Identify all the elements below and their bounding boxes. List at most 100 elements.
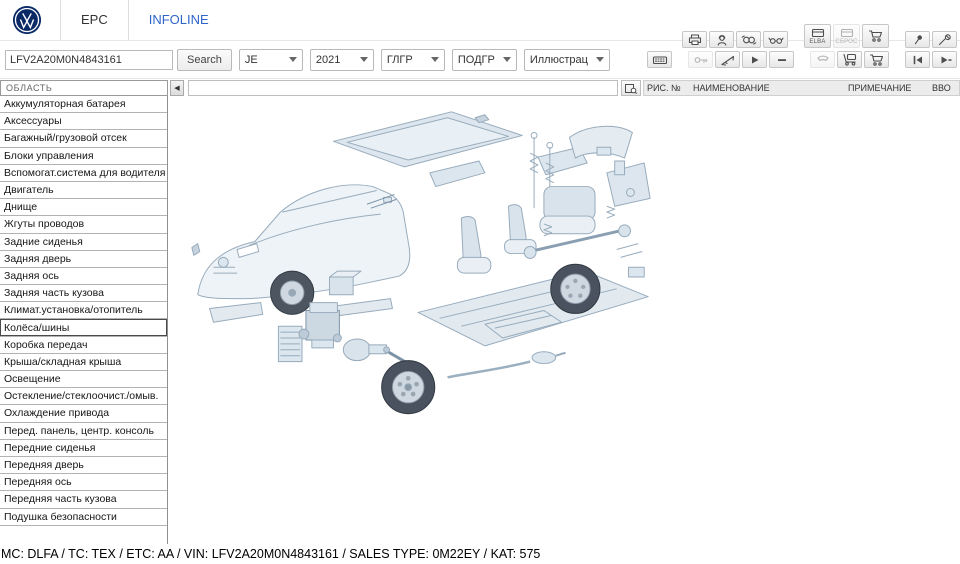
- skip-first-icon: [910, 54, 926, 66]
- sidebar-item[interactable]: Охлаждение привода: [0, 405, 167, 422]
- support-button[interactable]: [709, 31, 734, 48]
- panel-header: ОБЛАСТЬ ◀ РИС. № НАИМЕНОВАНИЕ ПРИМЕЧАНИЕ…: [0, 79, 960, 96]
- key-button[interactable]: [688, 51, 713, 68]
- next-button[interactable]: [932, 51, 957, 68]
- sidebar-item-label: Задняя часть кузова: [4, 287, 104, 299]
- cart-export-icon: [868, 29, 884, 43]
- printer-icon: [687, 34, 703, 46]
- car-illustration-wrapper: [184, 102, 656, 461]
- print-button[interactable]: [682, 31, 707, 48]
- dropdown-model-value: JE: [245, 54, 258, 66]
- dropdown-subgroup-value: ПОДГР: [458, 54, 495, 66]
- elba-card-icon: [810, 28, 826, 39]
- search-button[interactable]: Search: [177, 49, 232, 71]
- wrench-icon: [937, 34, 953, 46]
- icon-toolbar: ELBA СБРОС: [647, 24, 957, 68]
- vehicle-status-text: MC: DLFA / TC: TEX / ETC: AA / VIN: LFV2…: [1, 547, 540, 561]
- glasses-icon: [768, 34, 784, 46]
- caliper-button[interactable]: [715, 51, 740, 68]
- sidebar-item[interactable]: Днище: [0, 199, 167, 216]
- dropdown-subgroup[interactable]: ПОДГР: [452, 49, 517, 71]
- sidebar-item-label: Аккумуляторная батарея: [4, 98, 126, 110]
- sidebar-item[interactable]: Передняя часть кузова: [0, 491, 167, 508]
- sidebar-item[interactable]: Перед. панель, центр. консоль: [0, 423, 167, 440]
- sidebar-item[interactable]: Жгуты проводов: [0, 216, 167, 233]
- sidebar-item[interactable]: Передняя дверь: [0, 457, 167, 474]
- sidebar-item[interactable]: Аксессуары: [0, 113, 167, 130]
- sidebar-item-label: Передняя часть кузова: [4, 493, 117, 505]
- dropdown-year-value: 2021: [316, 54, 340, 66]
- content-area: Аккумуляторная батарея Аксессуары Багажн…: [0, 96, 960, 544]
- keyboard-button[interactable]: [647, 51, 672, 68]
- sidebar-area-list: Аккумуляторная батарея Аксессуары Багажн…: [0, 96, 168, 544]
- cart-icon: [869, 53, 885, 67]
- cart-button[interactable]: [864, 51, 889, 68]
- sidebar-item-label: Вспомогат.система для водителя: [4, 167, 165, 179]
- trolley-button[interactable]: [837, 51, 862, 68]
- vw-logo-icon: [12, 5, 42, 35]
- reset-card-button[interactable]: СБРОС: [833, 24, 860, 48]
- sidebar-item-label: Передняя дверь: [4, 459, 84, 471]
- sidebar-item-label: Задняя дверь: [4, 253, 71, 265]
- tab-epc[interactable]: EPC: [60, 0, 129, 40]
- keyboard-icon: [652, 54, 668, 66]
- vin-input[interactable]: [5, 50, 173, 70]
- sidebar-item[interactable]: Задние сиденья: [0, 234, 167, 251]
- sidebar-item[interactable]: Передние сиденья: [0, 440, 167, 457]
- pin-button[interactable]: [905, 31, 930, 48]
- sidebar-item[interactable]: Задняя ось: [0, 268, 167, 285]
- next-icon: [937, 54, 953, 66]
- illustration-view-icon: [624, 83, 638, 94]
- sidebar-item[interactable]: Освещение: [0, 371, 167, 388]
- sidebar-item[interactable]: Передняя ось: [0, 474, 167, 491]
- sidebar-item-label: Климат.установка/отопитель: [4, 304, 143, 316]
- minus-icon: [774, 54, 790, 66]
- glasses-button[interactable]: [763, 31, 788, 48]
- minus-button[interactable]: [769, 51, 794, 68]
- skip-first-button[interactable]: [905, 51, 930, 68]
- support-headset-icon: [714, 34, 730, 46]
- sidebar-item-label: Аксессуары: [4, 115, 62, 127]
- sidebar-item[interactable]: Багажный/грузовой отсек: [0, 130, 167, 147]
- exchange-button[interactable]: [736, 31, 761, 48]
- sidebar-item[interactable]: Климат.установка/отопитель: [0, 302, 167, 319]
- key-icon: [693, 54, 709, 66]
- elba-button[interactable]: ELBA: [804, 24, 831, 48]
- chevron-down-icon: [289, 57, 297, 62]
- dropdown-model[interactable]: JE: [239, 49, 303, 71]
- wrench-button[interactable]: [932, 31, 957, 48]
- cart-export-button[interactable]: [862, 24, 889, 48]
- dropdown-illustration[interactable]: Иллюстрац: [524, 49, 610, 71]
- sidebar-item[interactable]: Задняя часть кузова: [0, 285, 167, 302]
- status-bar: MC: DLFA / TC: TEX / ETC: AA / VIN: LFV2…: [0, 544, 960, 564]
- play-button[interactable]: [742, 51, 767, 68]
- sidebar-item[interactable]: Подушка безопасности: [0, 509, 167, 526]
- sidebar-item-label: Передние сиденья: [4, 442, 95, 454]
- phone-button[interactable]: [810, 51, 835, 68]
- group-path-field[interactable]: [188, 80, 618, 96]
- column-name: НАИМЕНОВАНИЕ: [693, 83, 848, 93]
- sidebar-item-label: Багажный/грузовой отсек: [4, 132, 127, 144]
- sidebar-item[interactable]: Блоки управления: [0, 148, 167, 165]
- sidebar-item[interactable]: Остекление/стеклоочист./омыв.: [0, 388, 167, 405]
- sidebar-item[interactable]: Вспомогат.система для водителя: [0, 165, 167, 182]
- toolbar: Search JE 2021 ГЛГР ПОДГР Иллюстрац: [0, 41, 960, 79]
- dropdown-year[interactable]: 2021: [310, 49, 374, 71]
- sidebar-item[interactable]: Аккумуляторная батарея: [0, 96, 167, 113]
- sidebar-item-label: Перед. панель, центр. консоль: [4, 425, 154, 437]
- illustration-view-button[interactable]: [621, 80, 641, 96]
- sidebar-item[interactable]: Задняя дверь: [0, 251, 167, 268]
- sidebar-item[interactable]: Двигатель: [0, 182, 167, 199]
- sidebar-collapse-button[interactable]: ◀: [170, 80, 184, 96]
- dropdown-main-group[interactable]: ГЛГР: [381, 49, 445, 71]
- sidebar-item[interactable]: Колёса/шины: [0, 319, 167, 336]
- sidebar-item-label: Жгуты проводов: [4, 218, 84, 230]
- tab-infoline[interactable]: INFOLINE: [129, 0, 229, 40]
- illustration-canvas: [168, 96, 960, 544]
- sidebar-item-label: Днище: [4, 201, 37, 213]
- reset-card-icon: [839, 28, 855, 39]
- sidebar-item[interactable]: Коробка передач: [0, 337, 167, 354]
- sidebar-item[interactable]: Крыша/складная крыша: [0, 354, 167, 371]
- icon-row-2: [647, 51, 957, 68]
- sidebar-item-label: Коробка передач: [4, 339, 87, 351]
